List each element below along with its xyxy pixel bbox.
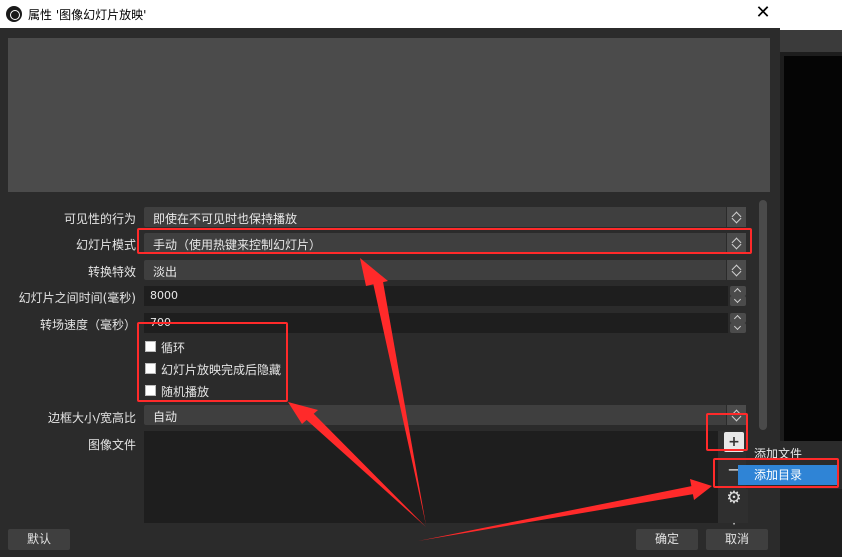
- bounding-size-select[interactable]: 自动: [144, 405, 746, 425]
- source-preview: [8, 38, 770, 192]
- slide-mode-label: 幻灯片模式: [75, 238, 136, 252]
- slide-time-input[interactable]: 8000: [144, 286, 728, 306]
- image-files-label: 图像文件: [87, 438, 136, 452]
- updown-arrows-icon: [726, 405, 746, 425]
- decrement-button[interactable]: [730, 295, 746, 306]
- hide-when-done-label: 幻灯片放映完成后隐藏: [161, 363, 282, 377]
- updown-arrows-icon: [726, 233, 746, 253]
- transition-speed-value: 700: [150, 316, 171, 329]
- slide-mode-select[interactable]: 手动（使用热键来控制幻灯片）: [144, 233, 746, 253]
- bounding-size-label: 边框大小/宽高比: [47, 411, 136, 425]
- titlebar: 属性 '图像幻灯片放映' ✕: [0, 0, 780, 28]
- gear-icon[interactable]: ⚙: [724, 488, 744, 508]
- visibility-label: 可见性的行为: [63, 212, 136, 226]
- background-titlebar: [778, 0, 842, 30]
- visibility-value: 即使在不可见时也保持播放: [153, 212, 298, 226]
- menu-item-add-file[interactable]: 添加文件: [754, 445, 802, 462]
- cancel-button[interactable]: 取消: [706, 529, 768, 550]
- add-menu: 添加文件 添加目录: [738, 441, 842, 489]
- slide-time-value: 8000: [150, 289, 178, 302]
- bounding-size-value: 自动: [153, 410, 178, 424]
- transition-select[interactable]: 淡出: [144, 260, 746, 280]
- ok-button[interactable]: 确定: [636, 529, 698, 550]
- slide-mode-value: 手动（使用热键来控制幻灯片）: [153, 238, 322, 252]
- defaults-button[interactable]: 默认: [8, 529, 70, 550]
- scrollbar-thumb[interactable]: [759, 200, 767, 430]
- background-menubar: [778, 30, 842, 52]
- visibility-select[interactable]: 即使在不可见时也保持播放: [144, 207, 746, 227]
- increment-button[interactable]: [730, 313, 746, 323]
- properties-dialog: 属性 '图像幻灯片放映' ✕ 可见性的行为 即使在不可见时也保持播放 幻灯片模式…: [0, 0, 780, 557]
- loop-label: 循环: [161, 341, 186, 355]
- image-files-list[interactable]: [144, 431, 718, 523]
- close-button[interactable]: ✕: [746, 0, 780, 28]
- checkbox-box[interactable]: [145, 341, 156, 352]
- decrement-button[interactable]: [730, 322, 746, 333]
- transition-speed-label: 转场速度（毫秒）: [39, 318, 136, 332]
- transition-speed-input[interactable]: 700: [144, 313, 728, 333]
- checkbox-box[interactable]: [145, 385, 156, 396]
- window-title: 属性 '图像幻灯片放映': [28, 8, 147, 22]
- transition-label: 转换特效: [87, 265, 136, 279]
- checkbox-box[interactable]: [145, 363, 156, 374]
- transition-value: 淡出: [153, 265, 178, 279]
- slide-time-label: 幻灯片之间时间(毫秒): [18, 291, 136, 305]
- slide-time-spinbox[interactable]: 8000: [144, 286, 746, 306]
- obs-logo-icon: [6, 6, 22, 22]
- background-preview: [784, 56, 842, 446]
- transition-speed-spinbox[interactable]: 700: [144, 313, 746, 333]
- random-label: 随机播放: [161, 385, 210, 399]
- menu-item-add-directory[interactable]: 添加目录: [738, 465, 838, 485]
- updown-arrows-icon: [726, 207, 746, 227]
- increment-button[interactable]: [730, 286, 746, 296]
- add-file-button[interactable]: +: [724, 432, 744, 452]
- updown-arrows-icon: [726, 260, 746, 280]
